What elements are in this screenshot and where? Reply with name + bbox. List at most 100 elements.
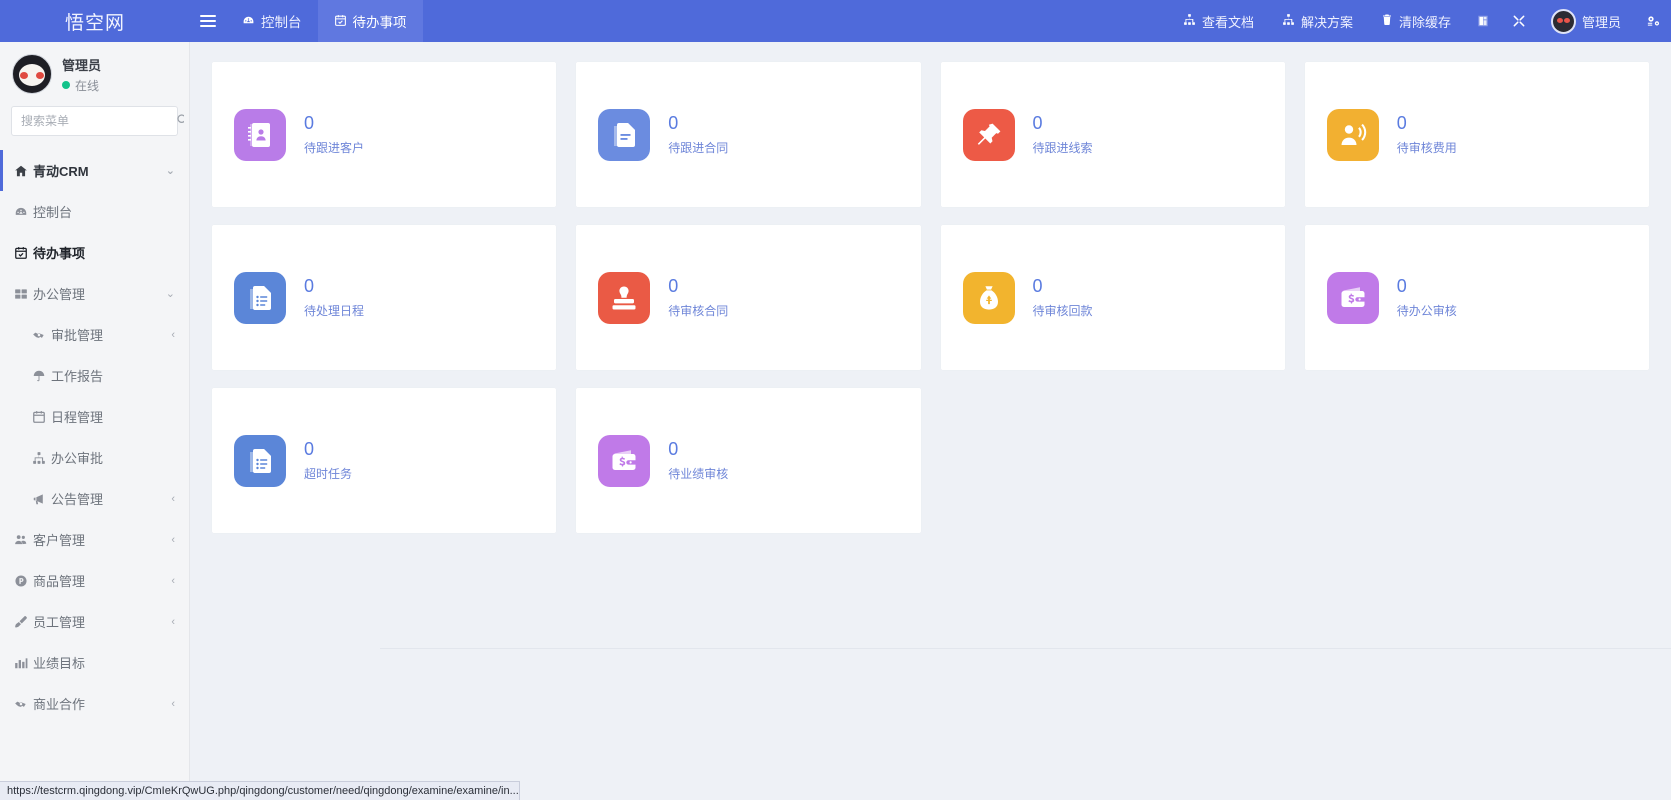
header-tab-todo[interactable]: 待办事项 bbox=[317, 0, 423, 42]
sidebar-item-2[interactable]: 待办事项 bbox=[0, 232, 189, 273]
sidebar-item-10[interactable]: 商品管理 ‹ bbox=[0, 560, 189, 601]
grid-icon bbox=[14, 287, 33, 301]
sitemap-icon bbox=[1183, 13, 1196, 29]
handshake-icon bbox=[14, 697, 33, 711]
pin-icon bbox=[962, 108, 1015, 161]
megaphone-icon bbox=[32, 492, 51, 506]
todo-card-count: 0 bbox=[1396, 275, 1407, 296]
todo-card-6[interactable]: 0 待审核回款 bbox=[940, 225, 1285, 370]
online-status-dot bbox=[62, 81, 70, 89]
todo-card-cell: 0 待跟进客户 bbox=[202, 62, 566, 225]
todo-card-label: 待跟进客户 bbox=[304, 140, 365, 155]
todo-card-count: 0 bbox=[668, 112, 679, 133]
todo-card-cell: 0 待审核费用 bbox=[1295, 62, 1659, 225]
brand-logo[interactable]: 悟空网 bbox=[0, 0, 190, 42]
todo-card-label: 待跟进线索 bbox=[1032, 140, 1093, 155]
chevron-left-icon: ‹ bbox=[171, 492, 175, 505]
calendar-check-icon bbox=[334, 14, 347, 29]
solutions-button[interactable]: 解决方案 bbox=[1268, 0, 1367, 42]
todo-card-3[interactable]: 0 待审核费用 bbox=[1304, 62, 1649, 207]
settings-gear-icon[interactable] bbox=[1635, 0, 1671, 42]
todo-card-1[interactable]: 0 待跟进合同 bbox=[576, 62, 921, 207]
todo-card-text: 0 待跟进合同 bbox=[668, 114, 728, 156]
todo-card-label: 待审核费用 bbox=[1396, 140, 1457, 155]
sitemap-icon bbox=[32, 451, 51, 465]
todo-card-cell: 0 待办公审核 bbox=[1295, 225, 1659, 388]
sidebar-item-12[interactable]: 业绩目标 bbox=[0, 642, 189, 683]
sidebar-item-3[interactable]: 办公管理 ⌄ bbox=[0, 273, 189, 314]
todo-card-text: 0 待跟进线索 bbox=[1033, 114, 1093, 156]
sidebar-item-9[interactable]: 客户管理 ‹ bbox=[0, 519, 189, 560]
main-content: 0 待跟进客户 0 待跟进合同 0 待跟进线索 0 待审核费用 0 待处理日程 0 待审核合同 0 待审核… bbox=[190, 42, 1671, 800]
todo-card-0[interactable]: 0 待跟进客户 bbox=[212, 62, 557, 207]
chevron-left-icon: ‹ bbox=[171, 697, 175, 710]
todo-card-label: 待业绩审核 bbox=[668, 466, 729, 481]
todo-card-2[interactable]: 0 待跟进线索 bbox=[940, 62, 1285, 207]
todo-card-9[interactable]: 0 待业绩审核 bbox=[576, 388, 921, 533]
chevron-down-icon: ⌄ bbox=[165, 288, 175, 300]
sidebar-item-11[interactable]: 员工管理 ‹ bbox=[0, 601, 189, 642]
dashboard-icon bbox=[14, 205, 33, 219]
sidebar-scrollbar[interactable] bbox=[184, 84, 189, 800]
todo-card-count: 0 bbox=[304, 275, 315, 296]
search-input[interactable] bbox=[21, 114, 176, 128]
contact-card-icon bbox=[234, 108, 286, 161]
sidebar-item-label: 工作报告 bbox=[51, 369, 104, 384]
sidebar-item-label: 待办事项 bbox=[33, 246, 86, 261]
sidebar-item-7[interactable]: 办公审批 bbox=[0, 437, 189, 478]
todo-card-cell: 0 待业绩审核 bbox=[566, 388, 930, 551]
todo-card-cell: 0 待审核合同 bbox=[566, 225, 930, 388]
sidebar-item-8[interactable]: 公告管理 ‹ bbox=[0, 478, 189, 519]
todo-card-count: 0 bbox=[668, 275, 679, 296]
todo-card-8[interactable]: 0 超时任务 bbox=[212, 388, 557, 533]
person-speaking-icon bbox=[1326, 108, 1379, 161]
sidebar-item-0[interactable]: 青动CRM ⌄ bbox=[0, 150, 189, 191]
wallet-icon bbox=[598, 434, 651, 487]
todo-card-label: 待审核合同 bbox=[668, 303, 729, 318]
sidebar-profile[interactable]: 管理员 在线 bbox=[0, 42, 189, 104]
solutions-label: 解决方案 bbox=[1300, 14, 1353, 30]
todo-card-text: 0 待审核合同 bbox=[668, 277, 728, 319]
sitemap-icon bbox=[1282, 13, 1295, 29]
profile-text: 管理员 在线 bbox=[62, 55, 101, 94]
menu-search-box[interactable] bbox=[11, 106, 188, 136]
sidebar-item-label: 青动CRM bbox=[33, 164, 89, 179]
todo-card-text: 0 待审核费用 bbox=[1397, 114, 1457, 156]
todo-card-count: 0 bbox=[1032, 275, 1043, 296]
clear-cache-label: 清除缓存 bbox=[1398, 14, 1451, 30]
profile-status-label: 在线 bbox=[75, 78, 100, 93]
sidebar-item-label: 审批管理 bbox=[51, 328, 104, 343]
todo-card-text: 0 待办公审核 bbox=[1397, 277, 1457, 319]
view-docs-label: 查看文档 bbox=[1201, 14, 1254, 30]
todo-card-5[interactable]: 0 待审核合同 bbox=[576, 225, 921, 370]
sidebar-item-5[interactable]: 工作报告 bbox=[0, 355, 189, 396]
todo-card-label: 待审核回款 bbox=[1032, 303, 1093, 318]
todo-card-7[interactable]: 0 待办公审核 bbox=[1304, 225, 1649, 370]
clear-cache-button[interactable]: 清除缓存 bbox=[1367, 0, 1465, 42]
checklist-icon bbox=[234, 271, 286, 324]
calendar-icon bbox=[32, 410, 51, 424]
todo-card-cell: 0 待跟进线索 bbox=[931, 62, 1295, 225]
sidebar-item-6[interactable]: 日程管理 bbox=[0, 396, 189, 437]
todo-card-label: 超时任务 bbox=[304, 466, 353, 481]
todo-card-cell: 0 超时任务 bbox=[202, 388, 566, 551]
todo-card-count: 0 bbox=[668, 438, 679, 459]
home-icon bbox=[14, 164, 33, 178]
sidebar-item-label: 员工管理 bbox=[33, 615, 86, 630]
chevron-down-icon: ⌄ bbox=[165, 165, 175, 177]
users-icon bbox=[14, 533, 33, 547]
theme-switch-icon[interactable] bbox=[1465, 0, 1501, 42]
todo-card-4[interactable]: 0 待处理日程 bbox=[212, 225, 557, 370]
sidebar-item-1[interactable]: 控制台 bbox=[0, 191, 189, 232]
view-docs-button[interactable]: 查看文档 bbox=[1169, 0, 1268, 42]
money-bag-icon bbox=[962, 271, 1015, 324]
sidebar-item-label: 业绩目标 bbox=[33, 656, 86, 671]
sidebar-item-4[interactable]: 审批管理 ‹ bbox=[0, 314, 189, 355]
trash-icon bbox=[1381, 13, 1393, 29]
header-tab-console[interactable]: 控制台 bbox=[226, 0, 318, 42]
sidebar-item-13[interactable]: 商业合作 ‹ bbox=[0, 683, 189, 724]
user-avatar bbox=[1550, 8, 1576, 34]
user-menu[interactable]: 管理员 bbox=[1537, 0, 1635, 42]
fullscreen-icon[interactable] bbox=[1501, 0, 1537, 42]
hamburger-menu-icon[interactable] bbox=[190, 0, 226, 42]
